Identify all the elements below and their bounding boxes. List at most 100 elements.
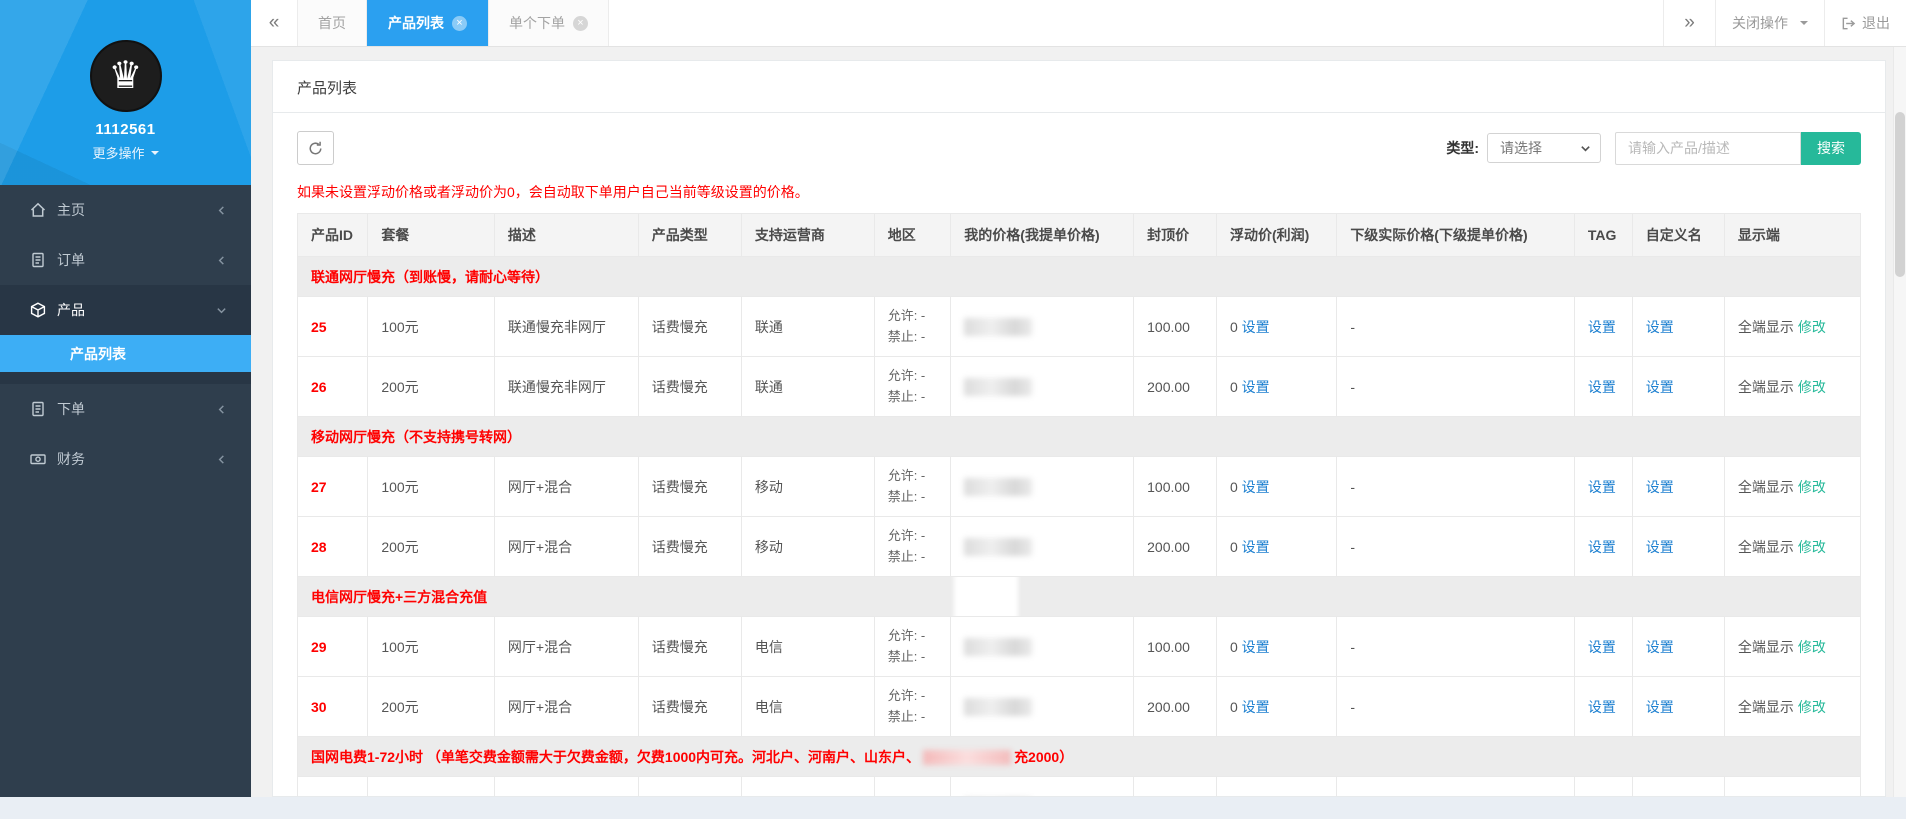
product-id-cell: 25 (296, 296, 369, 357)
region-allow: 允许: - (887, 308, 926, 324)
sidebar-item-label: 产品 (57, 302, 85, 318)
file-icon (32, 401, 44, 417)
more-actions-label: 更多操作 (92, 146, 145, 161)
float-set-link[interactable]: 设置 (1242, 479, 1270, 495)
custom-name-cell: 设置 (1631, 516, 1725, 577)
region-deny: 禁止: - (887, 548, 926, 564)
custom-name-cell: 设置 (1631, 676, 1725, 737)
search-button[interactable]: 搜索 (1801, 131, 1861, 165)
sidebar-item-product-list[interactable]: 产品列表 (0, 335, 251, 372)
scroll-tabs-right-button[interactable]: » (1663, 0, 1715, 46)
chevron-left-icon (218, 205, 224, 215)
tag-set-link[interactable]: 设置 (1588, 379, 1616, 395)
filter-controls: 类型: 请选择 搜索 (1446, 131, 1861, 165)
sidebar-item-products[interactable]: 产品 (0, 285, 251, 335)
tab-single-order[interactable]: 单个下单 × (488, 0, 609, 46)
region-cell: 允许: - 禁止: - (873, 616, 952, 677)
custom-name-cell: 设置 (1631, 616, 1725, 677)
description-cell: 网厅+混合 (493, 456, 639, 517)
my-price-cell (950, 356, 1135, 417)
display-edit-link[interactable]: 修改 (1798, 539, 1826, 555)
custom-name-set-link[interactable]: 设置 (1646, 379, 1674, 395)
display-edit-link[interactable]: 修改 (1798, 379, 1826, 395)
region-allow: 允许: - (887, 528, 926, 544)
close-operations-dropdown[interactable]: 关闭操作 (1715, 0, 1824, 46)
tag-set-link[interactable]: 设置 (1588, 639, 1616, 655)
display-side-cell: 全端显示 修改 (1723, 456, 1862, 517)
more-actions-dropdown[interactable]: 更多操作 (92, 143, 159, 162)
custom-name-set-link[interactable]: 设置 (1646, 319, 1674, 335)
column-header: 产品ID (296, 213, 369, 257)
type-select[interactable]: 请选择 (1487, 133, 1601, 163)
money-icon (30, 454, 46, 465)
float-set-link[interactable]: 设置 (1242, 639, 1270, 655)
logout-button[interactable]: 退出 (1824, 0, 1906, 46)
tab-home[interactable]: 首页 (297, 0, 367, 46)
custom-name-set-link[interactable]: 设置 (1646, 639, 1674, 655)
plan-cell: 200元 (367, 676, 495, 737)
close-operations-label: 关闭操作 (1732, 15, 1788, 31)
redacted-price (964, 317, 1033, 336)
sidebar-group-products: 产品 产品列表 (0, 285, 251, 384)
toolbar: 类型: 请选择 搜索 (297, 131, 1861, 165)
table-row: 允许: (296, 776, 1862, 796)
card-body: 类型: 请选择 搜索 如果未设置浮动价格或者浮动价为0，会自动取下单用户自己当前… (273, 113, 1885, 796)
redaction-patch (954, 577, 1019, 616)
sidebar: ♛ 1112561 更多操作 主页 订单 产品 产品列表 下单 财务 (0, 0, 251, 797)
table-row: 28 200元 网厅+混合 话费慢充 移动 允许: - 禁止: -200.00 0 设置 - 设置… (296, 516, 1862, 577)
display-edit-link[interactable]: 修改 (1798, 639, 1826, 655)
sidebar-menu: 主页 订单 产品 产品列表 下单 财务 (0, 185, 251, 484)
region-cell: 允许: - 禁止: - (873, 516, 952, 577)
display-edit-link[interactable]: 修改 (1798, 319, 1826, 335)
my-price-cell (950, 616, 1135, 677)
cap-price-cell: 200.00 (1133, 676, 1217, 737)
scroll-tabs-left-button[interactable]: « (251, 0, 297, 46)
tag-cell: 设置 (1573, 296, 1633, 357)
tag-set-link[interactable]: 设置 (1588, 539, 1616, 555)
product-type-cell: 话费慢充 (637, 456, 742, 517)
custom-name-set-link[interactable]: 设置 (1646, 479, 1674, 495)
tag-cell: 设置 (1573, 616, 1633, 677)
sidebar-item-finance[interactable]: 财务 (0, 434, 251, 484)
float-set-link[interactable]: 设置 (1242, 379, 1270, 395)
custom-name-set-link[interactable]: 设置 (1646, 699, 1674, 715)
sidebar-item-orders[interactable]: 订单 (0, 235, 251, 285)
custom-name-cell: 设置 (1631, 456, 1725, 517)
redacted-price (964, 377, 1033, 396)
carrier-cell: 电信 (740, 676, 875, 737)
double-chevron-left-icon: « (268, 12, 280, 33)
float-set-link[interactable]: 设置 (1242, 539, 1270, 555)
tag-set-link[interactable]: 设置 (1588, 479, 1616, 495)
tag-set-link[interactable]: 设置 (1588, 319, 1616, 335)
float-set-link[interactable]: 设置 (1242, 319, 1270, 335)
display-side-value: 全端显示 (1737, 478, 1794, 495)
sidebar-item-home[interactable]: 主页 (0, 185, 251, 235)
tag-set-link[interactable]: 设置 (1588, 699, 1616, 715)
column-header: 地区 (873, 213, 952, 257)
refresh-button[interactable] (297, 131, 334, 165)
group-row: 联通网厅慢充（到账慢，请耐心等待） (297, 256, 1861, 297)
display-side-cell: 全端显示 修改 (1723, 516, 1862, 577)
search-input[interactable] (1615, 131, 1801, 165)
product-id-cell: 27 (296, 456, 369, 517)
close-tab-icon[interactable]: × (573, 15, 588, 31)
float-price-cell: 0 设置 (1215, 616, 1338, 677)
display-edit-link[interactable]: 修改 (1798, 479, 1826, 495)
float-set-link[interactable]: 设置 (1242, 699, 1270, 715)
cap-price-cell: 100.00 (1133, 296, 1217, 357)
scrollbar-thumb[interactable] (1895, 112, 1905, 277)
region-cell: 允许: - 禁止: - (873, 296, 952, 357)
carrier-cell: 电信 (740, 616, 875, 677)
close-tab-icon[interactable]: × (452, 15, 467, 31)
custom-name-set-link[interactable]: 设置 (1646, 539, 1674, 555)
display-edit-link[interactable]: 修改 (1798, 699, 1826, 715)
column-header: 产品类型 (637, 213, 742, 257)
product-id-cell: 28 (296, 516, 369, 577)
sidebar-item-place-order[interactable]: 下单 (0, 384, 251, 434)
tab-product-list[interactable]: 产品列表 × (367, 0, 488, 46)
display-side-cell: 全端显示 修改 (1723, 356, 1862, 417)
group-row: 电信网厅慢充+三方混合充值 (297, 576, 1861, 617)
product-id-cell (296, 776, 369, 796)
chevron-down-icon (217, 307, 226, 313)
vertical-scrollbar[interactable] (1893, 47, 1906, 797)
